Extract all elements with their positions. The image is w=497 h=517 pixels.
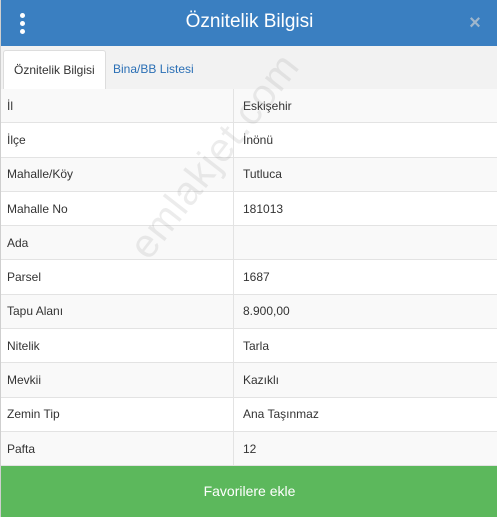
- attribute-key: Mahalle/Köy: [7, 167, 74, 182]
- table-row: Pafta 12: [1, 431, 497, 467]
- table-row: Mevkii Kazıklı: [1, 363, 497, 398]
- attribute-value: İnönü: [233, 123, 497, 157]
- table-row: Nitelik Tarla: [1, 329, 497, 364]
- table-row: Mahalle No 181013: [1, 191, 497, 227]
- table-row: Mahalle/Köy Tutluca: [1, 157, 497, 192]
- attribute-value: [233, 226, 497, 260]
- attribute-key: Nitelik: [7, 338, 40, 353]
- attribute-value: Tarla: [233, 329, 497, 363]
- table-row: Tapu Alanı 8.900,00: [1, 294, 497, 330]
- attribute-value: Ana Taşınmaz: [233, 397, 497, 431]
- attribute-table: İl Eskişehir İlçe İnönü Mahalle/Köy Tutl…: [1, 89, 497, 467]
- attribute-value: Kazıklı: [233, 363, 497, 397]
- panel-header: Öznitelik Bilgisi ×: [1, 0, 497, 46]
- attribute-key: Parsel: [7, 270, 42, 285]
- attribute-value: 12: [233, 431, 497, 466]
- table-row: İl Eskişehir: [1, 89, 497, 124]
- table-row: Zemin Tip Ana Taşınmaz: [1, 397, 497, 432]
- attribute-value: Eskişehir: [233, 89, 497, 123]
- attribute-key: Pafta: [7, 441, 36, 456]
- close-icon[interactable]: ×: [464, 12, 486, 34]
- attribute-value: 1687: [233, 260, 497, 294]
- attribute-key: Tapu Alanı: [7, 304, 64, 319]
- table-row: Parsel 1687: [1, 260, 497, 295]
- attribute-key: İlçe: [7, 132, 26, 147]
- attribute-key: Mahalle No: [7, 201, 68, 216]
- table-row: İlçe İnönü: [1, 123, 497, 158]
- attribute-key: İl: [7, 98, 13, 113]
- attribute-key: Mevkii: [7, 373, 42, 388]
- table-row: Ada: [1, 226, 497, 261]
- add-to-favorites-button[interactable]: Favorilere ekle: [1, 466, 497, 517]
- attribute-value: Tutluca: [233, 157, 497, 191]
- attribute-value: 181013: [233, 191, 497, 226]
- attribute-value: 8.900,00: [233, 294, 497, 329]
- panel-title: Öznitelik Bilgisi: [185, 11, 314, 32]
- tab-attribute-info[interactable]: Öznitelik Bilgisi: [3, 50, 106, 91]
- attribute-key: Ada: [7, 235, 29, 250]
- attribute-info-panel: Öznitelik Bilgisi × Öznitelik Bilgisi Bi…: [0, 0, 497, 517]
- attribute-key: Zemin Tip: [7, 407, 60, 422]
- tab-building-list[interactable]: Bina/BB Listesi: [103, 50, 204, 90]
- tab-bar: Öznitelik Bilgisi Bina/BB Listesi: [1, 46, 497, 91]
